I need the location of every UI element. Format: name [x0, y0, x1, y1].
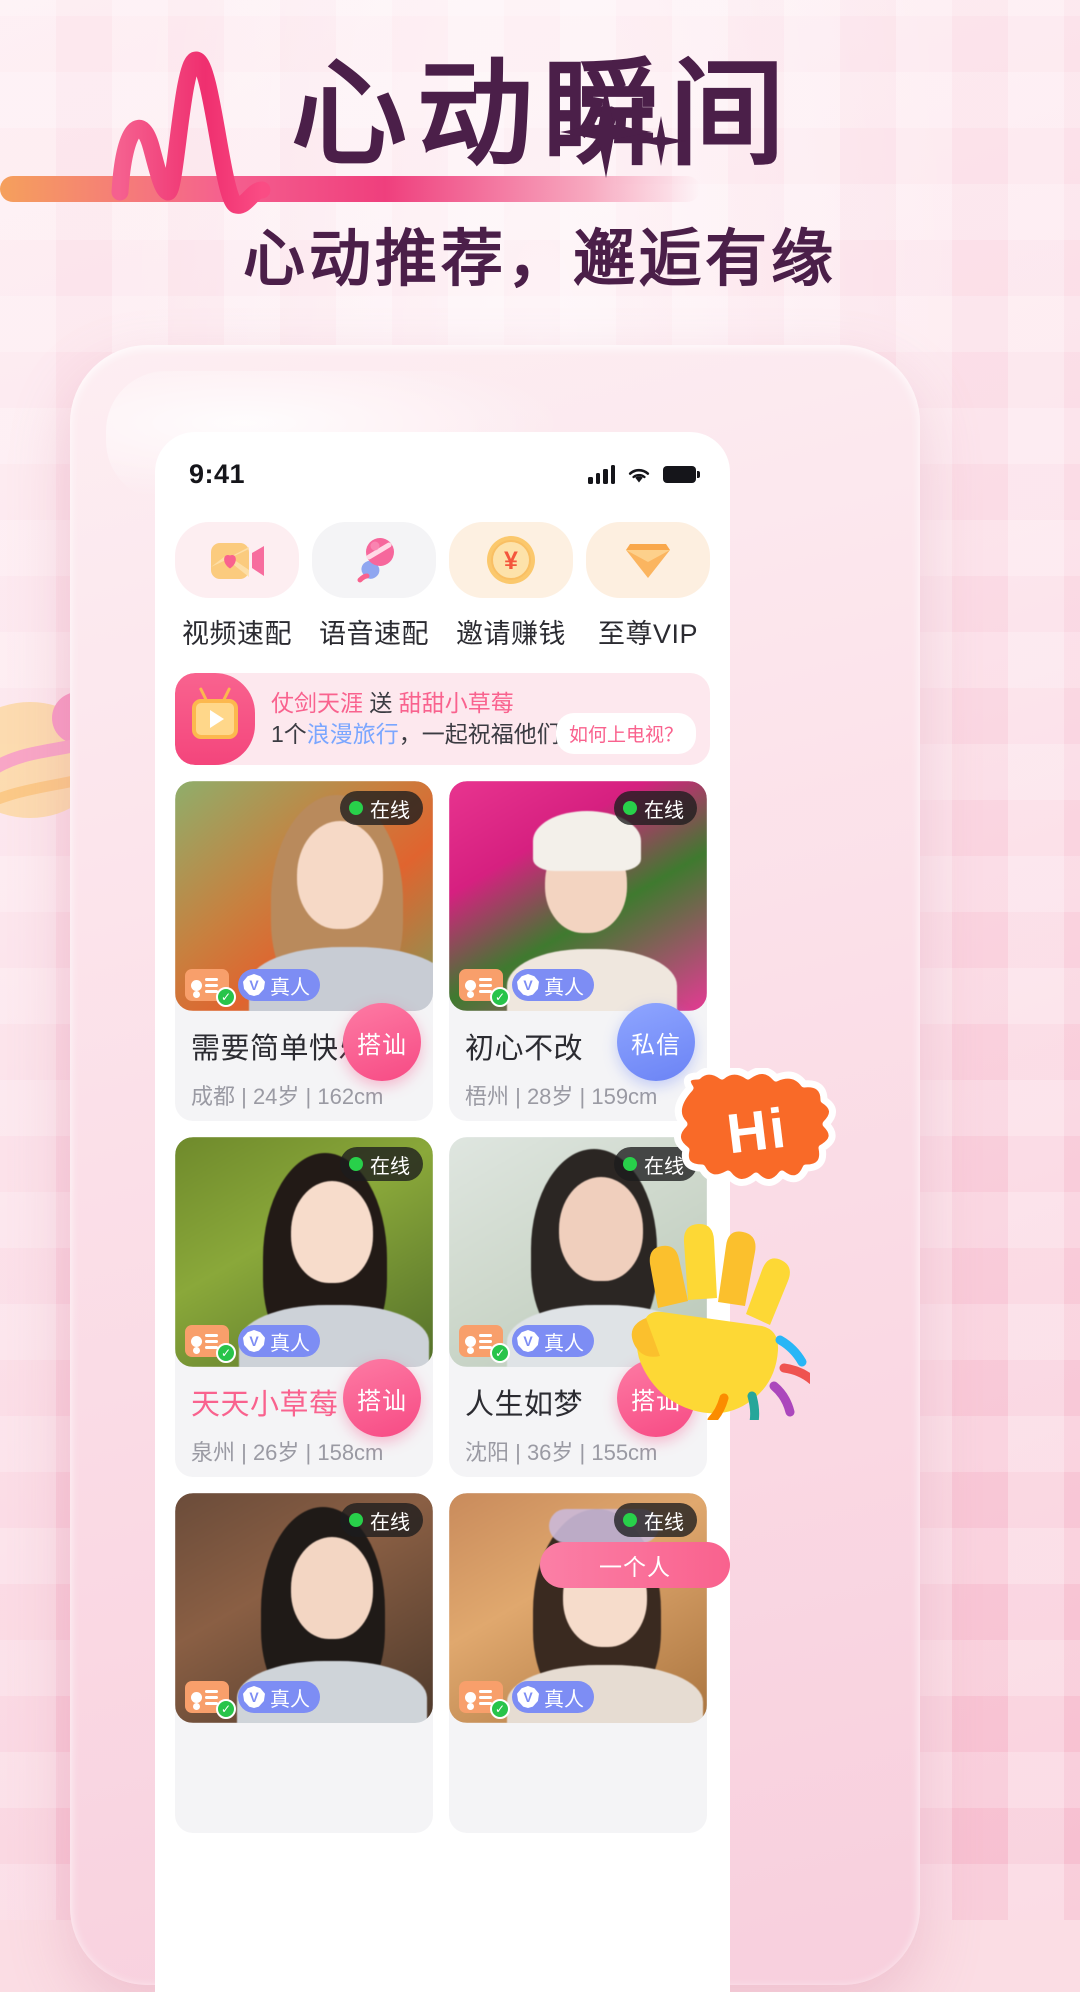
microphone-icon: [312, 522, 436, 598]
profile-card-info: 需要简单快乐 成都 | 24岁 | 162cm 搭讪: [175, 1003, 433, 1121]
signal-bars-icon: [588, 464, 615, 484]
online-label: 在线: [370, 799, 410, 822]
online-status-badge: 在线: [340, 1147, 423, 1181]
online-dot-icon: [349, 1157, 363, 1171]
real-person-label: 真人: [544, 1332, 584, 1355]
profile-card[interactable]: 在线 ✓ V 真人 初心不改 梧州 | 28岁 | 159cm 私信: [449, 781, 707, 1121]
chat-up-button[interactable]: 搭讪: [343, 1003, 421, 1081]
online-dot-icon: [623, 1513, 637, 1527]
quick-action-label: 视频速配: [182, 619, 292, 649]
verification-badges: ✓ V 真人: [185, 969, 320, 1007]
sparkle-small-icon: [636, 116, 686, 166]
svg-text:¥: ¥: [504, 547, 518, 575]
profile-card[interactable]: 在线 ✓ V 真人 需要简单快乐 成都 | 24岁 | 162cm 搭讪: [175, 781, 433, 1121]
bottom-promo-pill[interactable]: 一个人: [540, 1542, 730, 1588]
profile-meta: 泉州 | 26岁 | 158cm: [191, 1440, 384, 1465]
real-person-badge-icon: V 真人: [238, 1681, 320, 1713]
profile-photo[interactable]: 在线 ✓ V 真人: [449, 781, 707, 1011]
profile-card-info: [449, 1723, 707, 1833]
online-label: 在线: [370, 1511, 410, 1534]
hero-header: 心动瞬间 心动推荐，邂逅有缘: [0, 0, 1080, 330]
quick-action-label: 至尊VIP: [597, 619, 699, 649]
id-card-verified-icon: ✓: [185, 969, 236, 1007]
gift-receiver: 甜甜小草莓: [398, 689, 514, 716]
online-label: 在线: [644, 1511, 684, 1534]
verification-badges: ✓ V 真人: [459, 1325, 594, 1363]
profile-photo[interactable]: 在线 ✓ V 真人: [175, 1137, 433, 1367]
id-card-verified-icon: ✓: [185, 1325, 236, 1363]
vip-diamond-icon: [586, 522, 710, 598]
id-card-verified-icon: ✓: [185, 1681, 236, 1719]
online-label: 在线: [370, 1155, 410, 1178]
quick-action-video-match[interactable]: 视频速配: [175, 522, 299, 651]
verification-badges: ✓ V 真人: [459, 969, 594, 1007]
battery-icon: [663, 465, 700, 483]
online-dot-icon: [623, 1157, 637, 1171]
real-person-label: 真人: [544, 976, 584, 999]
gift-broadcast-banner[interactable]: 仗剑天涯 送 甜甜小草莓 1个浪漫旅行，一起祝福他们吧！ 如何上电视？: [175, 673, 710, 765]
quick-action-voice-match[interactable]: 语音速配: [312, 522, 436, 651]
online-status-badge: 在线: [614, 791, 697, 825]
verification-badges: ✓ V 真人: [459, 1681, 594, 1719]
hi-speech-bubble: Hi: [672, 1067, 842, 1193]
online-dot-icon: [623, 801, 637, 815]
gift-sender: 仗剑天涯: [271, 689, 363, 716]
how-to-get-on-tv-button[interactable]: 如何上电视？: [555, 713, 696, 754]
quick-action-vip[interactable]: 至尊VIP: [586, 522, 710, 651]
waving-hand-icon: [631, 1223, 810, 1420]
verification-badges: ✓ V 真人: [185, 1681, 320, 1719]
verification-badges: ✓ V 真人: [185, 1325, 320, 1363]
online-dot-icon: [349, 1513, 363, 1527]
online-status-badge: 在线: [340, 791, 423, 825]
id-card-verified-icon: ✓: [459, 1325, 510, 1363]
real-person-label: 真人: [270, 976, 310, 999]
status-bar: 9:41: [155, 432, 730, 506]
profile-card[interactable]: 在线 ✓ V 真人: [175, 1493, 433, 1833]
status-time: 9:41: [189, 458, 246, 489]
quick-action-invite-earn[interactable]: ¥ 邀请赚钱: [449, 522, 573, 651]
wifi-icon: [628, 468, 650, 482]
real-person-label: 真人: [544, 1688, 584, 1711]
gift-count: 1个: [271, 721, 307, 747]
profile-meta: 梧州 | 28岁 | 159cm: [465, 1084, 658, 1109]
id-card-verified-icon: ✓: [459, 1681, 510, 1719]
quick-action-label: 邀请赚钱: [456, 619, 566, 649]
real-person-badge-icon: V 真人: [512, 1681, 594, 1713]
real-person-badge-icon: V 真人: [238, 1325, 320, 1357]
quick-action-label: 语音速配: [319, 619, 429, 649]
gift-name: 浪漫旅行: [306, 721, 399, 747]
real-person-label: 真人: [270, 1332, 310, 1355]
chat-up-button[interactable]: 搭讪: [343, 1359, 421, 1437]
page-subtitle: 心动推荐，邂逅有缘: [242, 225, 837, 294]
online-dot-icon: [349, 801, 363, 815]
page-title: 心动瞬间: [291, 49, 795, 179]
real-person-badge-icon: V 真人: [512, 1325, 594, 1357]
hi-bubble-label: Hi: [723, 1095, 791, 1166]
profile-card-info: [175, 1723, 433, 1833]
profile-meta: 成都 | 24岁 | 162cm: [191, 1084, 384, 1109]
gift-verb: 送: [369, 689, 393, 716]
real-person-badge-icon: V 真人: [512, 969, 594, 1001]
profile-photo[interactable]: 在线 ✓ V 真人: [175, 1493, 433, 1723]
tv-play-icon: [175, 673, 255, 765]
yen-coin-icon: ¥: [449, 522, 573, 598]
online-label: 在线: [644, 799, 684, 822]
profile-photo[interactable]: 在线 ✓ V 真人: [175, 781, 433, 1011]
quick-actions-row: 视频速配 语音速配 ¥ 邀请赚钱 至尊VIP: [155, 506, 730, 651]
profile-card-info: 天天小草莓 泉州 | 26岁 | 158cm 搭讪: [175, 1359, 433, 1477]
profile-photo[interactable]: 在线 ✓ V 真人: [449, 1493, 707, 1723]
online-status-badge: 在线: [614, 1503, 697, 1537]
online-status-badge: 在线: [340, 1503, 423, 1537]
video-heart-icon: [175, 522, 299, 598]
id-card-verified-icon: ✓: [459, 969, 510, 1007]
profile-card[interactable]: 在线 ✓ V 真人 天天小草莓 泉州 | 26岁 | 158cm 搭讪: [175, 1137, 433, 1477]
real-person-badge-icon: V 真人: [238, 969, 320, 1001]
profile-meta: 沈阳 | 36岁 | 155cm: [465, 1440, 658, 1465]
real-person-label: 真人: [270, 1688, 310, 1711]
